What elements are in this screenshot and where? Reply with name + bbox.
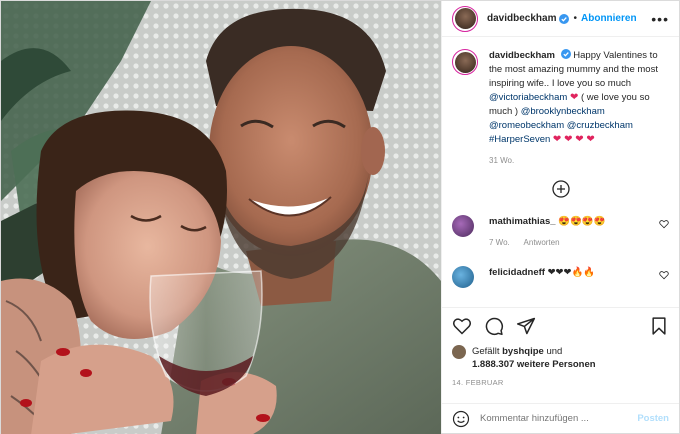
caption: davidbeckham Happy Valentines to the mos… [452,49,669,147]
add-comment-bar: Posten [442,403,679,433]
likes-prefix: Gefällt [472,346,500,357]
comment-like-heart-icon[interactable] [659,219,669,229]
comment-username[interactable]: felicidadneff [489,267,545,278]
mention-romeo[interactable]: @romeobeckham [489,120,564,131]
instagram-post: davidbeckham • Abonnieren ••• davidbeckh… [0,0,680,434]
follow-button[interactable]: Abonnieren [581,13,637,24]
comment-item: felicidadneff ❤❤❤🔥🔥 [452,266,669,288]
action-icons [452,316,669,336]
liker-username[interactable]: byshqipe [502,346,544,357]
comment-age: 7 Wo. [489,238,510,247]
post-header: davidbeckham • Abonnieren ••• [442,1,679,37]
post-actions: Gefällt byshqipe und 1.888.307 weitere P… [442,307,679,403]
mention-brooklyn[interactable]: @brooklynbeckham [521,106,605,117]
caption-username[interactable]: davidbeckham [489,50,555,61]
liker-avatar[interactable] [452,345,466,359]
caption-verified-icon [560,49,571,59]
header-separator: • [573,13,577,24]
verified-badge-icon [559,13,570,24]
mention-cruz[interactable]: @cruzbeckham [567,120,633,131]
comment-item: mathimathias_ 😍😍😍😍 7 Wo. Antworten [452,215,669,250]
comment-like-heart-icon[interactable] [659,270,669,280]
post-photo[interactable] [1,1,441,434]
likes-and: und [546,346,563,357]
author-username[interactable]: davidbeckham [487,13,556,24]
emoji-smiley-icon[interactable] [452,410,470,428]
comment-username[interactable]: mathimathias_ [489,216,556,227]
comment-body: mathimathias_ 😍😍😍😍 7 Wo. Antworten [489,215,606,250]
share-send-icon[interactable] [516,316,536,336]
mention-victoria[interactable]: @victoriabeckham [489,92,567,103]
heart-emoji: ❤ [569,92,579,103]
more-options-icon[interactable]: ••• [651,12,669,26]
caption-text: davidbeckham Happy Valentines to the mos… [489,49,669,147]
likes-text: Gefällt byshqipe und 1.888.307 weitere P… [472,345,596,371]
load-more-comments-button[interactable] [551,179,571,199]
comment-body: felicidadneff ❤❤❤🔥🔥 [489,266,595,280]
post-date: 14. Februar [452,378,504,387]
hearts-emoji: ❤ ❤ ❤ ❤ [552,134,595,145]
likes-summary: Gefällt byshqipe und 1.888.307 weitere P… [452,345,669,371]
hashtag-harperseven[interactable]: #HarperSeven [489,134,550,145]
comment-text: ❤❤❤🔥🔥 [547,267,596,278]
comment-meta: 7 Wo. Antworten [489,236,606,250]
plus-circle-icon [551,180,570,198]
reply-button[interactable]: Antworten [524,238,560,247]
likes-count[interactable]: 1.888.307 weitere Personen [472,359,596,370]
like-heart-icon[interactable] [452,316,472,336]
caption-avatar[interactable] [452,49,478,75]
caption-age: 31 Wo. [489,156,515,165]
comment-avatar[interactable] [452,215,474,237]
bookmark-icon[interactable] [649,316,669,336]
post-comment-button[interactable]: Posten [637,413,669,424]
photo-illustration [1,1,441,434]
comment-icon[interactable] [484,316,504,336]
author-avatar[interactable] [452,5,478,32]
comment-avatar[interactable] [452,266,474,288]
comment-text: 😍😍😍😍 [558,216,606,227]
comment-input[interactable] [480,413,638,424]
post-side-panel: davidbeckham • Abonnieren ••• davidbeckh… [441,1,679,433]
comments-section: davidbeckham Happy Valentines to the mos… [442,37,679,307]
